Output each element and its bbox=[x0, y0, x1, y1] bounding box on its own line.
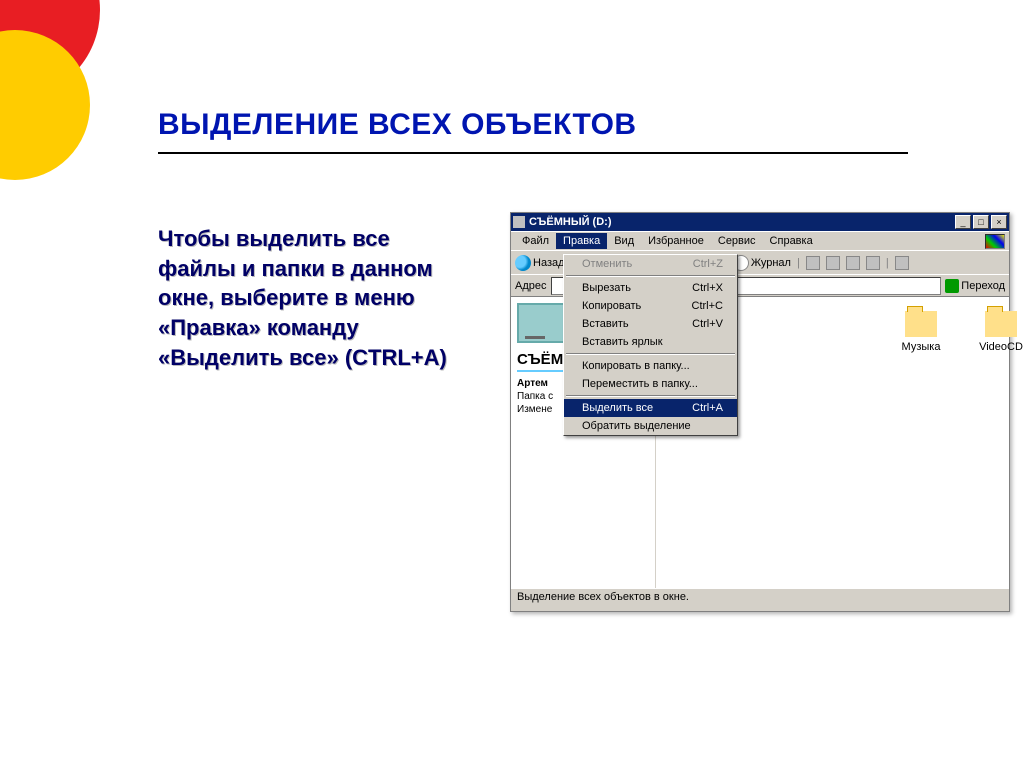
toolbar-btn-1[interactable] bbox=[806, 256, 820, 270]
folder-label: Музыка bbox=[886, 341, 956, 353]
explorer-title: СЪЁМНЫЙ (D:) bbox=[529, 216, 953, 228]
menu-item[interactable]: Вставить Ctrl+V bbox=[564, 315, 737, 333]
menu-item-shortcut: Ctrl+C bbox=[692, 300, 723, 312]
toolbar-history[interactable]: Журнал bbox=[733, 255, 791, 271]
menu-item-shortcut: Ctrl+X bbox=[692, 282, 723, 294]
back-icon bbox=[515, 255, 531, 271]
menu-item[interactable]: Вставить ярлык bbox=[564, 333, 737, 351]
menu-item-shortcut: Ctrl+V bbox=[692, 318, 723, 330]
folder-item[interactable]: Музыка bbox=[886, 311, 956, 353]
toolbar-back[interactable]: Назад bbox=[515, 255, 565, 271]
go-icon bbox=[945, 279, 959, 293]
menu-help[interactable]: Справка bbox=[763, 233, 820, 249]
menu-item-label: Вырезать bbox=[582, 282, 631, 294]
menu-item[interactable]: Копировать в папку... bbox=[564, 357, 737, 375]
explorer-titlebar[interactable]: СЪЁМНЫЙ (D:) _ □ × bbox=[511, 213, 1009, 231]
folder-label: VideoCD bbox=[966, 341, 1024, 353]
menu-edit[interactable]: Правка bbox=[556, 233, 607, 249]
menu-item-label: Вставить bbox=[582, 318, 629, 330]
menu-file[interactable]: Файл bbox=[515, 233, 556, 249]
explorer-menubar: Файл Правка Вид Избранное Сервис Справка bbox=[511, 231, 1009, 250]
minimize-button[interactable]: _ bbox=[955, 215, 971, 229]
toolbar-history-label: Журнал bbox=[751, 257, 791, 269]
menu-item[interactable]: Переместить в папку... bbox=[564, 375, 737, 393]
menu-separator bbox=[566, 275, 735, 277]
toolbar-views[interactable] bbox=[895, 256, 909, 270]
toolbar-btn-2[interactable] bbox=[826, 256, 840, 270]
menu-view[interactable]: Вид bbox=[607, 233, 641, 249]
menu-item[interactable]: Копировать Ctrl+C bbox=[564, 297, 737, 315]
explorer-statusbar: Выделение всех объектов в окне. bbox=[511, 588, 1009, 606]
folder-icon bbox=[985, 311, 1017, 337]
drive-icon bbox=[513, 216, 525, 228]
menu-item-label: Выделить все bbox=[582, 402, 653, 414]
title-underline bbox=[158, 152, 908, 154]
menu-separator bbox=[566, 353, 735, 355]
menu-item: Отменить Ctrl+Z bbox=[564, 255, 737, 273]
windows-flag-icon bbox=[985, 234, 1005, 249]
menu-item-label: Переместить в папку... bbox=[582, 378, 698, 390]
menu-item-label: Обратить выделение bbox=[582, 420, 691, 432]
address-label: Адрес bbox=[515, 280, 547, 292]
slide-title: ВЫДЕЛЕНИЕ ВСЕХ ОБЪЕКТОВ bbox=[158, 108, 637, 142]
menu-tools[interactable]: Сервис bbox=[711, 233, 763, 249]
toolbar-btn-4[interactable] bbox=[866, 256, 880, 270]
maximize-button[interactable]: □ bbox=[973, 215, 989, 229]
menu-item-label: Копировать bbox=[582, 300, 641, 312]
menu-item-label: Вставить ярлык bbox=[582, 336, 663, 348]
menu-item[interactable]: Выделить все Ctrl+A bbox=[564, 399, 737, 417]
menu-item-label: Копировать в папку... bbox=[582, 360, 690, 372]
menu-favorites[interactable]: Избранное bbox=[641, 233, 711, 249]
address-go[interactable]: Переход bbox=[945, 279, 1005, 293]
menu-item-shortcut: Ctrl+A bbox=[692, 402, 723, 414]
menu-item-label: Отменить bbox=[582, 258, 632, 270]
folder-item[interactable]: VideoCD bbox=[966, 311, 1024, 353]
edit-dropdown-menu: Отменить Ctrl+Z Вырезать Ctrl+X Копировать Ct… bbox=[563, 254, 738, 436]
menu-item[interactable]: Обратить выделение bbox=[564, 417, 737, 435]
toolbar-back-label: Назад bbox=[533, 257, 565, 269]
menu-item-shortcut: Ctrl+Z bbox=[693, 258, 723, 270]
folder-icon bbox=[905, 311, 937, 337]
toolbar-btn-3[interactable] bbox=[846, 256, 860, 270]
address-go-label: Переход bbox=[961, 280, 1005, 292]
menu-separator bbox=[566, 395, 735, 397]
menu-item[interactable]: Вырезать Ctrl+X bbox=[564, 279, 737, 297]
slide-body: Чтобы выделить все файлы и папки в данно… bbox=[158, 224, 458, 372]
close-button[interactable]: × bbox=[991, 215, 1007, 229]
